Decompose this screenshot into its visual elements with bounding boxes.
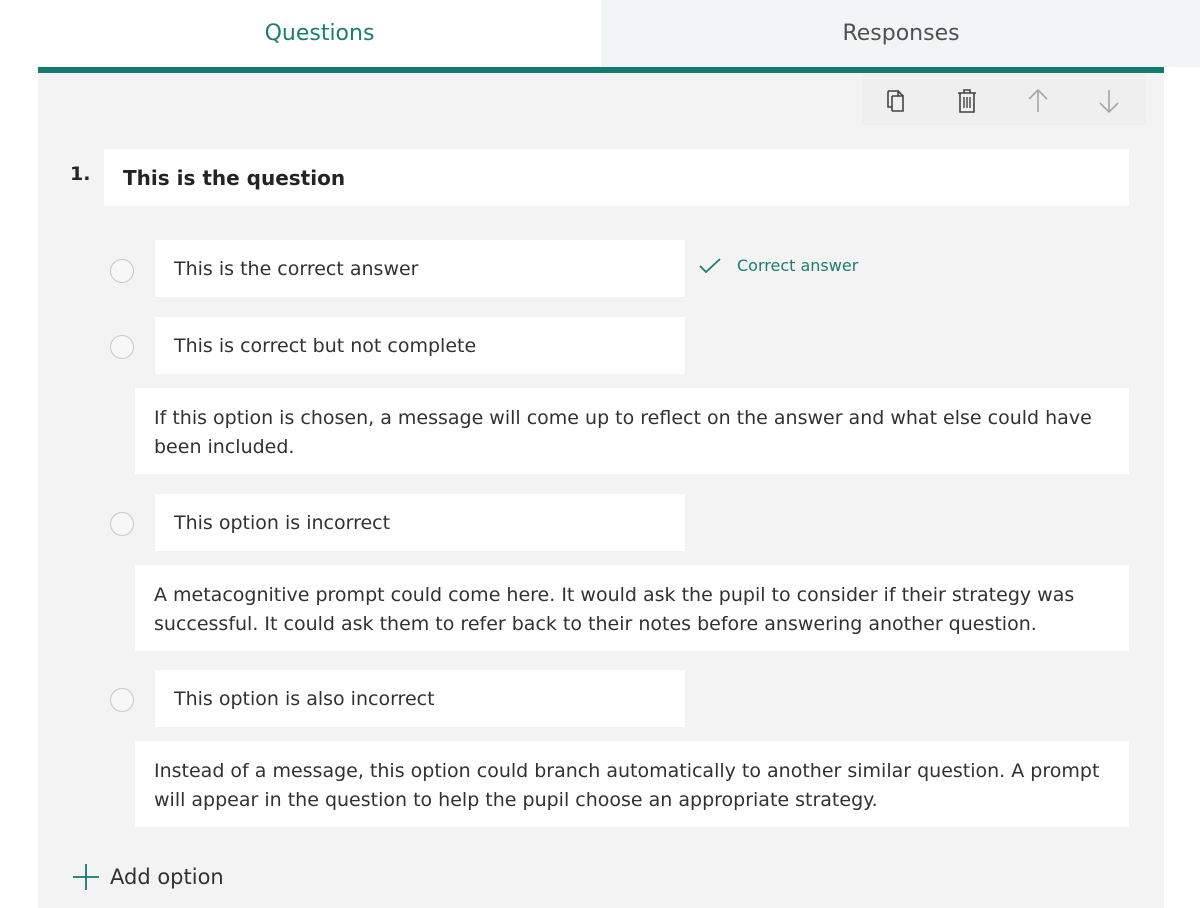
correct-answer-toggle[interactable]: Correct answer [699, 256, 858, 275]
arrow-up-icon [1028, 88, 1048, 112]
checkmark-icon [699, 257, 721, 273]
tab-bar-filler [1164, 0, 1200, 67]
tab-questions-label: Questions [264, 21, 375, 46]
delete-question-button[interactable] [951, 85, 983, 117]
delete-icon [958, 89, 976, 113]
option-field-3[interactable]: This option is incorrect [155, 494, 685, 551]
question-title-field[interactable]: This is the question [104, 149, 1129, 206]
option-field-1[interactable]: This is the correct answer [155, 240, 685, 297]
option-label-2: This is correct but not complete [174, 334, 477, 357]
option-field-2[interactable]: This is correct but not complete [155, 317, 685, 374]
copy-icon [887, 90, 904, 112]
option-feedback-2[interactable]: If this option is chosen, a message will… [135, 388, 1129, 474]
option-label-3: This option is incorrect [174, 511, 391, 534]
move-down-button[interactable] [1093, 85, 1125, 117]
option-label-1: This is the correct answer [174, 257, 419, 280]
move-up-button[interactable] [1022, 85, 1054, 117]
arrow-down-icon [1099, 90, 1119, 114]
add-option-button[interactable]: Add option [72, 863, 224, 891]
question-title: This is the question [123, 165, 346, 190]
question-toolbar [862, 73, 1146, 125]
option-radio-4[interactable] [110, 688, 134, 712]
option-feedback-4[interactable]: Instead of a message, this option could … [135, 741, 1129, 827]
plus-icon [73, 864, 99, 890]
option-label-4: This option is also incorrect [174, 687, 435, 710]
feedback-text-2: If this option is chosen, a message will… [154, 407, 1092, 458]
add-option-label: Add option [110, 865, 224, 889]
tab-questions[interactable]: Questions [38, 0, 601, 67]
option-radio-3[interactable] [110, 512, 134, 536]
option-radio-1[interactable] [110, 259, 134, 283]
copy-question-button[interactable] [881, 85, 913, 117]
tab-responses-label: Responses [842, 21, 960, 46]
question-number: 1. [70, 163, 91, 185]
feedback-text-3: A metacognitive prompt could come here. … [154, 584, 1075, 635]
question-panel: 1. This is the question This is the corr… [38, 73, 1164, 908]
option-radio-2[interactable] [110, 335, 134, 359]
correct-answer-label: Correct answer [737, 256, 859, 275]
tab-bar: Questions Responses [38, 0, 1200, 67]
option-field-4[interactable]: This option is also incorrect [155, 670, 685, 727]
option-feedback-3[interactable]: A metacognitive prompt could come here. … [135, 565, 1129, 651]
feedback-text-4: Instead of a message, this option could … [154, 760, 1100, 811]
tab-responses[interactable]: Responses [601, 0, 1200, 67]
